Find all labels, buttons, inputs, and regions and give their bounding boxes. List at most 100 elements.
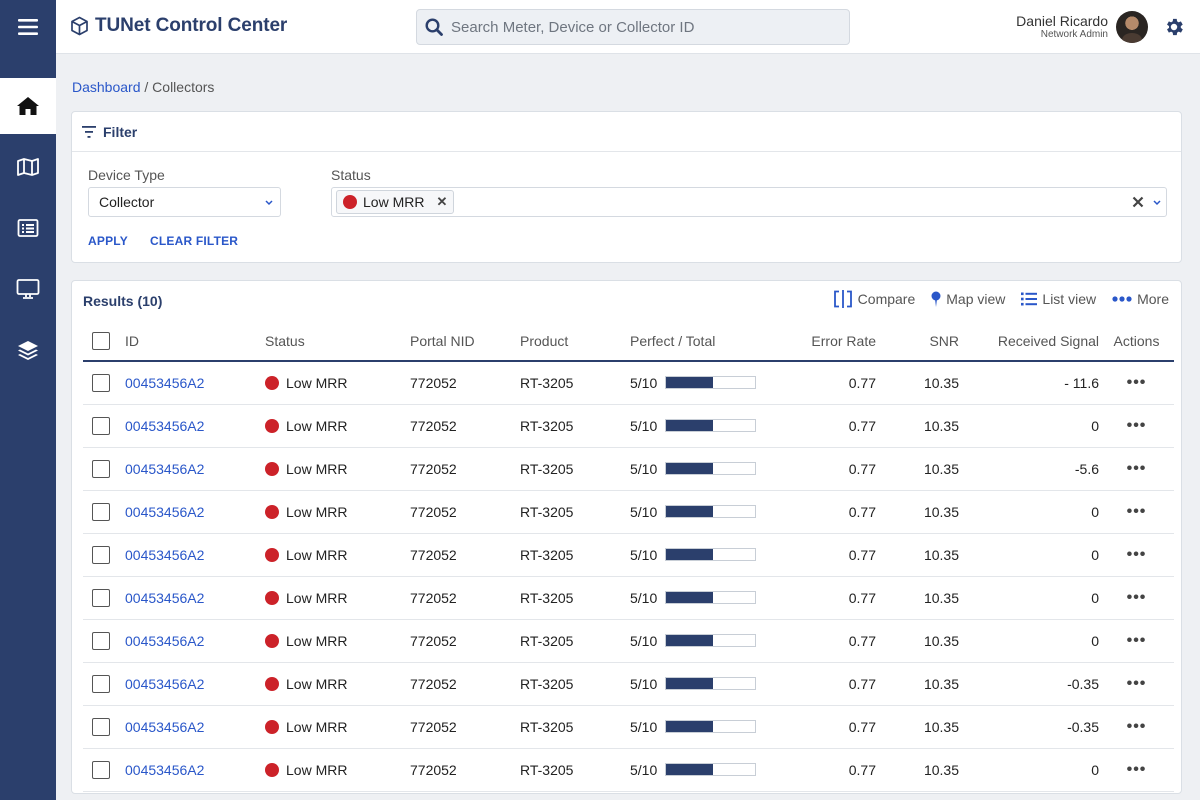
collector-id-link[interactable]: 00453456A2 xyxy=(125,375,204,391)
row-actions-menu-icon[interactable]: ••• xyxy=(1127,761,1147,778)
collector-id-link[interactable]: 00453456A2 xyxy=(125,418,204,434)
sidebar-item-list[interactable] xyxy=(0,200,56,256)
device-type-select[interactable]: Collector xyxy=(88,187,281,217)
table-row[interactable]: 00453456A2 Low MRR 772052 RT-3205 5/10 0.77 10… xyxy=(83,576,1174,620)
table-row[interactable]: 00453456A2 Low MRR 772052 RT-3205 5/10 0.77 10… xyxy=(83,662,1174,706)
row-actions-menu-icon[interactable]: ••• xyxy=(1127,503,1147,520)
select-all-checkbox[interactable] xyxy=(92,331,110,350)
sidebar-item-map[interactable] xyxy=(0,139,56,195)
column-header-portal-nid[interactable]: Portal NID xyxy=(410,321,520,362)
ratio-bar xyxy=(665,462,757,475)
table-row[interactable]: 00453456A2 Low MRR 772052 RT-3205 5/10 0.77 10… xyxy=(83,447,1174,491)
collector-id-link[interactable]: 00453456A2 xyxy=(125,762,204,778)
column-header-perfect-total[interactable]: Perfect / Total xyxy=(630,321,780,362)
id-cell: 00453456A2 xyxy=(125,662,265,706)
status-text: Low MRR xyxy=(286,460,348,477)
sidebar-item-home[interactable] xyxy=(0,78,56,134)
more-dots-icon xyxy=(1112,296,1132,302)
column-header-status[interactable]: Status xyxy=(265,321,410,362)
table-row[interactable]: 00453456A2 Low MRR 772052 RT-3205 5/10 0.77 10… xyxy=(83,361,1174,405)
collector-id-link[interactable]: 00453456A2 xyxy=(125,547,204,563)
portal-nid-cell: 772052 xyxy=(410,705,520,749)
portal-nid-cell: 772052 xyxy=(410,490,520,534)
collector-id-link[interactable]: 00453456A2 xyxy=(125,676,204,692)
breadcrumb-dashboard-link[interactable]: Dashboard xyxy=(72,79,141,95)
row-actions-menu-icon[interactable]: ••• xyxy=(1127,718,1147,735)
map-view-button[interactable]: Map view xyxy=(931,291,1005,307)
collector-id-link[interactable]: 00453456A2 xyxy=(125,590,204,606)
error-rate-cell: 0.77 xyxy=(780,404,876,448)
table-row[interactable]: 00453456A2 Low MRR 772052 RT-3205 5/10 0.77 10… xyxy=(83,705,1174,749)
table-row[interactable]: 00453456A2 Low MRR 772052 RT-3205 5/10 0.77 10… xyxy=(83,748,1174,792)
column-header-snr[interactable]: SNR xyxy=(876,321,959,362)
perfect-total-cell: 5/10 xyxy=(630,576,780,620)
menu-button[interactable] xyxy=(0,0,56,54)
row-actions-menu-icon[interactable]: ••• xyxy=(1127,374,1147,391)
actions-cell: ••• xyxy=(1099,490,1174,534)
status-dot-icon xyxy=(265,719,279,734)
table-row[interactable]: 00453456A2 Low MRR 772052 RT-3205 5/10 0.77 10… xyxy=(83,404,1174,448)
row-actions-menu-icon[interactable]: ••• xyxy=(1127,589,1147,606)
compare-button[interactable]: Compare xyxy=(833,290,915,308)
row-checkbox[interactable] xyxy=(92,674,110,693)
more-button[interactable]: More xyxy=(1112,291,1169,307)
app-title: TUNet Control Center xyxy=(95,15,288,36)
snr-cell: 10.35 xyxy=(876,490,959,534)
row-checkbox[interactable] xyxy=(92,459,110,478)
avatar[interactable] xyxy=(1116,11,1148,43)
gear-icon[interactable] xyxy=(1163,16,1185,38)
row-checkbox[interactable] xyxy=(92,717,110,736)
apply-button[interactable]: APPLY xyxy=(88,234,128,248)
received-signal-cell: -0.35 xyxy=(959,705,1099,749)
sidebar-item-monitor[interactable] xyxy=(0,261,56,317)
snr-cell: 10.35 xyxy=(876,619,959,663)
column-header-received-signal[interactable]: Received Signal xyxy=(959,321,1099,362)
user-info[interactable]: Daniel Ricardo Network Admin xyxy=(1016,13,1108,41)
collector-id-link[interactable]: 00453456A2 xyxy=(125,633,204,649)
cube-logo-icon xyxy=(71,16,88,36)
table-row[interactable]: 00453456A2 Low MRR 772052 RT-3205 5/10 0.77 10… xyxy=(83,490,1174,534)
ratio-bar-fill xyxy=(666,764,714,775)
collector-id-link[interactable]: 00453456A2 xyxy=(125,461,204,477)
row-checkbox[interactable] xyxy=(92,545,110,564)
column-header-error-rate[interactable]: Error Rate xyxy=(780,321,876,362)
row-checkbox[interactable] xyxy=(92,416,110,435)
status-text: Low MRR xyxy=(286,546,348,563)
row-checkbox[interactable] xyxy=(92,373,110,392)
search-input[interactable] xyxy=(451,18,831,36)
clear-selection-icon[interactable] xyxy=(1132,196,1144,208)
table-row[interactable]: 00453456A2 Low MRR 772052 RT-3205 5/10 0.77 10… xyxy=(83,533,1174,577)
row-actions-menu-icon[interactable]: ••• xyxy=(1127,417,1147,434)
monitor-icon xyxy=(16,279,40,299)
snr-cell: 10.35 xyxy=(876,533,959,577)
filter-header[interactable]: Filter xyxy=(72,112,1181,152)
column-header-id[interactable]: ID xyxy=(125,321,265,362)
column-header-product[interactable]: Product xyxy=(520,321,630,362)
row-actions-menu-icon[interactable]: ••• xyxy=(1127,675,1147,692)
breadcrumb: Dashboard / Collectors xyxy=(72,79,214,95)
table-header-row: ID Status Portal NID Product Perfect / T… xyxy=(83,321,1174,362)
row-checkbox[interactable] xyxy=(92,760,110,779)
collector-id-link[interactable]: 00453456A2 xyxy=(125,504,204,520)
search-bar[interactable] xyxy=(416,9,850,45)
status-cell: Low MRR xyxy=(265,533,410,577)
collector-id-link[interactable]: 00453456A2 xyxy=(125,719,204,735)
row-checkbox[interactable] xyxy=(92,588,110,607)
status-multiselect[interactable]: Low MRR ✕ xyxy=(331,187,1167,217)
portal-nid-cell: 772052 xyxy=(410,748,520,792)
row-checkbox[interactable] xyxy=(92,631,110,650)
table-row[interactable]: 00453456A2 Low MRR 772052 RT-3205 5/10 0.77 10… xyxy=(83,619,1174,663)
ratio-bar xyxy=(665,634,757,647)
chevron-down-icon[interactable] xyxy=(1153,200,1161,206)
list-view-button[interactable]: List view xyxy=(1021,291,1096,307)
row-actions-menu-icon[interactable]: ••• xyxy=(1127,546,1147,563)
clear-filter-button[interactable]: CLEAR FILTER xyxy=(150,234,238,248)
row-actions-menu-icon[interactable]: ••• xyxy=(1127,632,1147,649)
row-checkbox[interactable] xyxy=(92,502,110,521)
search-icon xyxy=(425,18,443,36)
sidebar-item-layers[interactable] xyxy=(0,322,56,378)
remove-chip-icon[interactable]: ✕ xyxy=(436,194,447,210)
ratio-bar-fill xyxy=(666,377,714,389)
row-actions-menu-icon[interactable]: ••• xyxy=(1127,460,1147,477)
product-cell: RT-3205 xyxy=(520,490,630,534)
